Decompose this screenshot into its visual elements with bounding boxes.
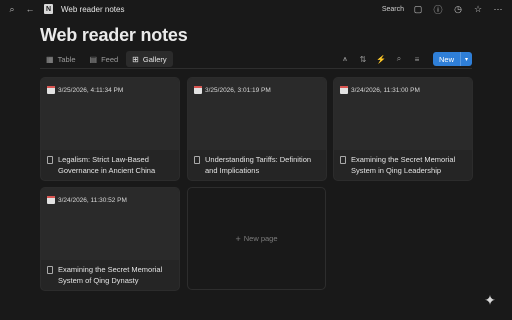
- sort-icon[interactable]: ⇅: [357, 53, 369, 65]
- card-date: 3/25/2026, 3:01:19 PM: [194, 86, 271, 94]
- card-caption: Legalism: Strict Law-Based Governance in…: [47, 154, 176, 176]
- feed-icon: ▤: [89, 54, 98, 64]
- gallery-card[interactable]: 3/25/2026, 4:11:34 PM Legalism: Strict L…: [40, 77, 180, 181]
- comment-icon[interactable]: ▢: [412, 3, 424, 15]
- tab-label: Table: [57, 54, 76, 64]
- search-button[interactable]: Search: [382, 6, 404, 13]
- tab-label: Feed: [101, 54, 119, 64]
- document-icon: [340, 156, 346, 164]
- new-button[interactable]: New ▾: [432, 52, 472, 66]
- history-icon[interactable]: ◷: [452, 3, 464, 15]
- card-date-text: 3/24/2026, 11:31:00 PM: [351, 86, 420, 94]
- info-icon[interactable]: ⓘ: [432, 3, 444, 15]
- card-title: Understanding Tariffs: Definition and Im…: [205, 155, 312, 175]
- breadcrumb[interactable]: Web reader notes: [61, 5, 124, 14]
- new-button-label[interactable]: New: [433, 52, 460, 66]
- card-date: 3/24/2026, 11:30:52 PM: [47, 196, 127, 204]
- top-bar-right: Search ▢ ⓘ ◷ ☆ ⋯: [382, 0, 504, 18]
- star-icon[interactable]: ☆: [472, 3, 484, 15]
- card-preview: 3/25/2026, 3:01:19 PM: [188, 78, 326, 150]
- gallery-card[interactable]: 3/25/2026, 3:01:19 PM Understanding Tari…: [187, 77, 327, 181]
- page-icon: N: [44, 4, 53, 14]
- chevron-down-icon[interactable]: ▾: [460, 52, 472, 66]
- card-date: 3/25/2026, 4:11:34 PM: [47, 86, 123, 94]
- top-bar: ⌕ ← N Web reader notes Search ▢ ⓘ ◷ ☆ ⋯: [0, 0, 512, 18]
- document-icon: [194, 156, 200, 164]
- card-date-text: 3/24/2026, 11:30:52 PM: [58, 196, 127, 204]
- gallery-icon: ⊞: [132, 54, 139, 64]
- sparkle-icon[interactable]: ✦: [480, 290, 500, 310]
- tab-table[interactable]: ▦ Table: [40, 51, 82, 67]
- new-page-label: New page: [243, 234, 278, 243]
- card-caption: Understanding Tariffs: Definition and Im…: [194, 154, 323, 176]
- card-preview: 3/24/2026, 11:30:52 PM: [41, 188, 179, 260]
- new-page-button[interactable]: + New page: [187, 187, 326, 290]
- card-title: Examining the Secret Memorial System of …: [58, 265, 163, 285]
- gallery-card[interactable]: 3/24/2026, 11:30:52 PM Examining the Sec…: [40, 187, 180, 291]
- tab-feed[interactable]: ▤ Feed: [84, 51, 125, 67]
- back-arrow-icon[interactable]: ←: [24, 3, 36, 15]
- card-preview: 3/25/2026, 4:11:34 PM: [41, 78, 179, 150]
- card-caption: Examining the Secret Memorial System of …: [47, 264, 176, 286]
- calendar-icon: [47, 196, 55, 204]
- card-title: Legalism: Strict Law-Based Governance in…: [58, 155, 156, 175]
- divider: [40, 68, 472, 69]
- card-date: 3/24/2026, 11:31:00 PM: [340, 86, 420, 94]
- search-icon[interactable]: ⌕: [393, 53, 405, 65]
- card-title: Examining the Secret Memorial System in …: [351, 155, 456, 175]
- card-date-text: 3/25/2026, 4:11:34 PM: [58, 86, 124, 94]
- settings-icon[interactable]: ≡: [411, 53, 423, 65]
- automation-icon[interactable]: ⚡: [375, 53, 387, 65]
- filter-icon[interactable]: ⩚: [339, 53, 351, 65]
- calendar-icon: [47, 86, 55, 94]
- card-date-text: 3/25/2026, 3:01:19 PM: [205, 86, 271, 94]
- calendar-icon: [340, 86, 348, 94]
- page-title: Web reader notes: [40, 25, 188, 45]
- view-tabs: ▦ Table ▤ Feed ⊞ Gallery: [40, 51, 173, 67]
- card-caption: Examining the Secret Memorial System in …: [340, 154, 469, 176]
- top-bar-left: ⌕ ← N Web reader notes: [0, 3, 124, 15]
- table-icon: ▦: [46, 54, 54, 64]
- document-icon: [47, 266, 53, 274]
- search-icon[interactable]: ⌕: [6, 3, 18, 15]
- document-icon: [47, 156, 53, 164]
- more-icon[interactable]: ⋯: [492, 3, 504, 15]
- plus-icon: +: [235, 233, 241, 244]
- gallery-card[interactable]: 3/24/2026, 11:31:00 PM Examining the Sec…: [333, 77, 473, 181]
- tab-gallery[interactable]: ⊞ Gallery: [126, 51, 173, 67]
- calendar-icon: [194, 86, 202, 94]
- tab-label: Gallery: [142, 54, 167, 64]
- database-toolbar: ⩚ ⇅ ⚡ ⌕ ≡ New ▾: [339, 51, 472, 67]
- card-preview: 3/24/2026, 11:31:00 PM: [334, 78, 472, 150]
